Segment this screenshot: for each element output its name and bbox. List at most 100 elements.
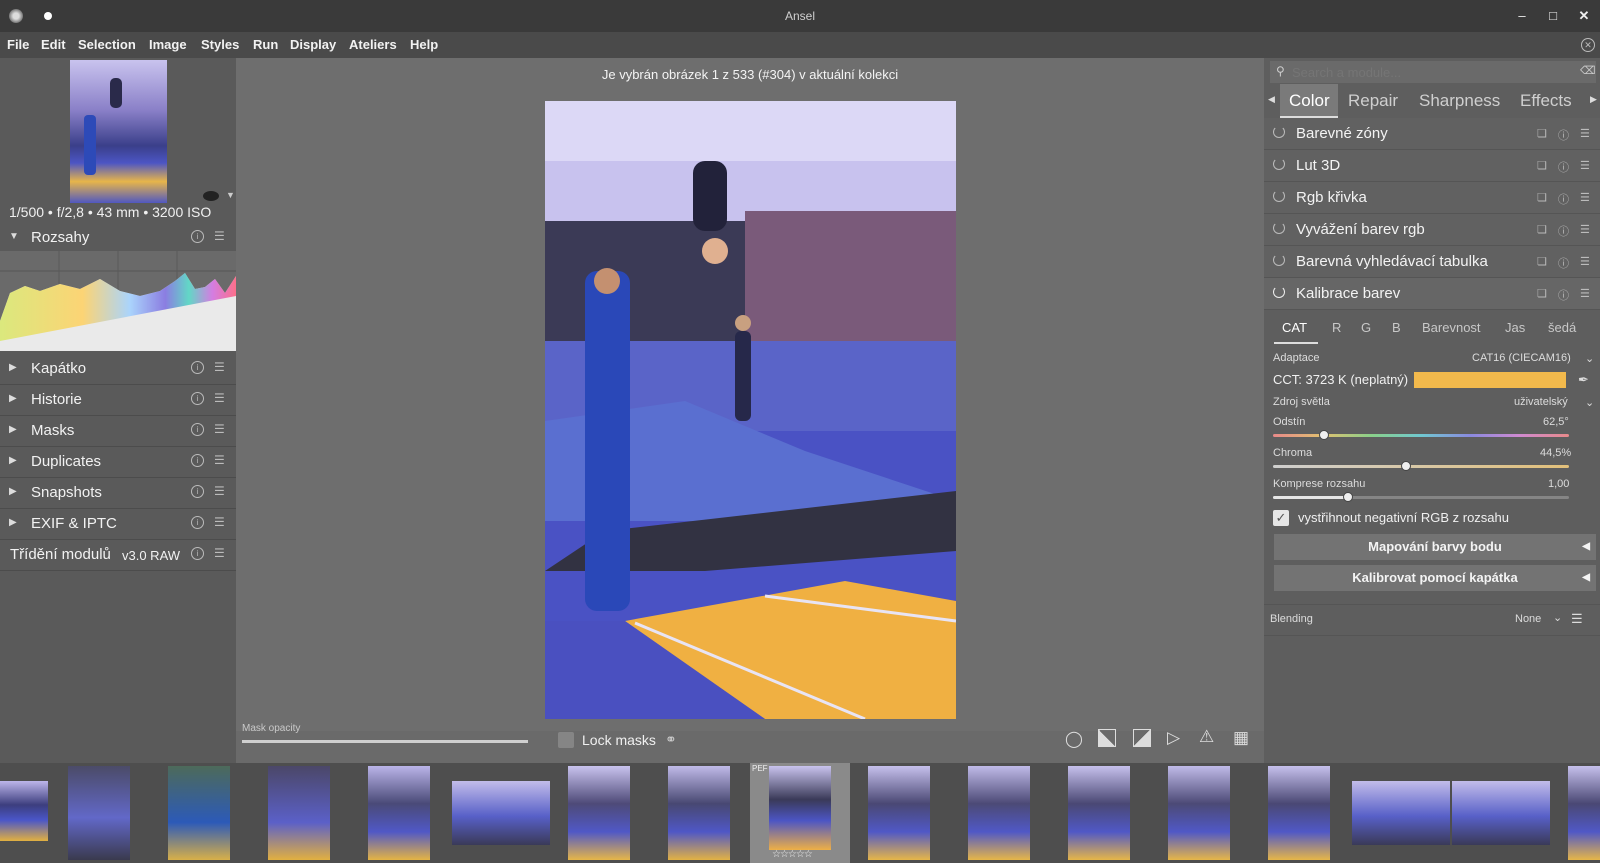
filmstrip-thumbnail[interactable]: [68, 766, 130, 860]
minimize-button[interactable]: –: [1511, 6, 1533, 26]
focus-peaking-icon[interactable]: ▷: [1167, 728, 1180, 748]
menu-file[interactable]: File: [7, 37, 29, 52]
module-search[interactable]: ⚲ ⌫: [1270, 61, 1596, 83]
hamburger-icon[interactable]: ☰: [214, 453, 225, 467]
odstin-slider[interactable]: [1273, 434, 1569, 437]
maximize-button[interactable]: □: [1542, 6, 1564, 26]
hamburger-icon[interactable]: ☰: [214, 360, 225, 374]
filmstrip-thumbnail[interactable]: [1168, 766, 1230, 860]
reset-icon[interactable]: ⓘ: [1558, 159, 1569, 175]
presets-icon[interactable]: ❏: [1537, 223, 1547, 236]
star-rating[interactable]: ☆☆☆☆☆: [772, 849, 813, 860]
filmstrip-thumbnail[interactable]: [268, 766, 330, 860]
module-vyvazeni-barev[interactable]: Vyvážení barev rgb ❏ ⓘ ☰: [1264, 214, 1600, 246]
zdroj-dropdown-icon[interactable]: ⌄: [1585, 396, 1594, 409]
odstin-handle[interactable]: [1319, 430, 1330, 440]
menu-selection[interactable]: Selection: [78, 37, 136, 52]
menu-image[interactable]: Image: [149, 37, 187, 52]
filmstrip-thumbnail[interactable]: [1268, 766, 1330, 860]
module-barevne-zony[interactable]: Barevné zóny ❏ ⓘ ☰: [1264, 118, 1600, 150]
info-icon[interactable]: i: [191, 361, 204, 374]
hamburger-icon[interactable]: ☰: [214, 484, 225, 498]
reset-icon[interactable]: ⓘ: [1558, 223, 1569, 239]
hamburger-icon[interactable]: ☰: [1571, 611, 1583, 627]
reset-icon[interactable]: ⓘ: [1558, 287, 1569, 303]
filmstrip-selected-cell[interactable]: PEF ☆☆☆☆☆: [750, 763, 850, 863]
presets-icon[interactable]: ❏: [1537, 127, 1547, 140]
info-icon[interactable]: i: [191, 392, 204, 405]
module-exif-iptc[interactable]: ▶ EXIF & IPTC i ☰: [0, 509, 236, 540]
blending-row[interactable]: Blending None ⌄ ☰: [1264, 604, 1600, 636]
histogram-header[interactable]: ▼ Rozsahy i ☰: [0, 223, 236, 253]
power-icon[interactable]: [1273, 158, 1285, 170]
tab-scroll-left-icon[interactable]: ◀: [1268, 94, 1275, 105]
presets-icon[interactable]: ❏: [1537, 191, 1547, 204]
info-icon[interactable]: i: [191, 516, 204, 529]
blending-dropdown-icon[interactable]: ⌄: [1553, 611, 1562, 624]
subtab-b[interactable]: B: [1392, 320, 1401, 335]
menu-help[interactable]: Help: [410, 37, 438, 52]
tab-sharpness[interactable]: Sharpness: [1419, 91, 1500, 111]
filmstrip-thumbnail[interactable]: [668, 766, 730, 860]
main-photo[interactable]: [545, 101, 956, 719]
subtab-seda[interactable]: šedá: [1548, 320, 1576, 335]
module-order[interactable]: Třídění modulů v3.0 RAW i ☰: [0, 540, 236, 571]
hamburger-icon[interactable]: ☰: [214, 229, 225, 243]
module-barevna-tabulka[interactable]: Barevná vyhledávací tabulka ❏ ⓘ ☰: [1264, 246, 1600, 278]
hamburger-icon[interactable]: ☰: [1580, 191, 1590, 204]
module-rgb-krivka[interactable]: Rgb křivka ❏ ⓘ ☰: [1264, 182, 1600, 214]
hamburger-icon[interactable]: ☰: [1580, 127, 1590, 140]
module-lut-3d[interactable]: Lut 3D ❏ ⓘ ☰: [1264, 150, 1600, 182]
filmstrip-thumbnail[interactable]: [452, 781, 550, 845]
hamburger-icon[interactable]: ☰: [214, 546, 225, 560]
module-masks[interactable]: ▶ Masks i ☰: [0, 416, 236, 447]
tab-effects[interactable]: Effects: [1520, 91, 1572, 111]
color-mapping-button[interactable]: Mapování barvy bodu ◀: [1274, 534, 1596, 560]
subtab-cat[interactable]: CAT: [1274, 316, 1318, 344]
power-icon[interactable]: [1273, 222, 1285, 234]
info-icon[interactable]: i: [191, 423, 204, 436]
presets-icon[interactable]: ❏: [1537, 255, 1547, 268]
hamburger-icon[interactable]: ☰: [1580, 255, 1590, 268]
filmstrip-thumbnail[interactable]: [368, 766, 430, 860]
adaptace-dropdown-icon[interactable]: ⌄: [1585, 352, 1594, 365]
info-icon[interactable]: i: [191, 547, 204, 560]
subtab-r[interactable]: R: [1332, 320, 1341, 335]
module-snapshots[interactable]: ▶ Snapshots i ☰: [0, 478, 236, 509]
shapes-icon[interactable]: ⚭: [665, 731, 681, 747]
module-duplicates[interactable]: ▶ Duplicates i ☰: [0, 447, 236, 478]
calibrate-button[interactable]: Kalibrovat pomocí kapátka ◀: [1274, 565, 1596, 591]
clear-search-icon[interactable]: ⌫: [1580, 64, 1596, 77]
tab-color[interactable]: Color: [1280, 84, 1338, 119]
bulb-icon[interactable]: ◯: [1065, 729, 1083, 749]
reset-icon[interactable]: ⓘ: [1558, 127, 1569, 143]
subtab-g[interactable]: G: [1361, 320, 1371, 335]
zdroj-value[interactable]: uživatelský: [1514, 396, 1568, 408]
gamut-icon[interactable]: [1133, 729, 1151, 747]
filmstrip-thumbnail[interactable]: [0, 781, 48, 841]
hamburger-icon[interactable]: ☰: [214, 391, 225, 405]
adaptace-value[interactable]: CAT16 (CIECAM16): [1472, 352, 1571, 364]
blending-value[interactable]: None: [1515, 613, 1541, 625]
close-panel-icon[interactable]: ✕: [1581, 38, 1595, 52]
power-icon[interactable]: [1273, 126, 1285, 138]
dropdown-icon[interactable]: ▼: [226, 190, 235, 200]
filmstrip-thumbnail[interactable]: [1352, 781, 1450, 845]
grid-icon[interactable]: ▦: [1233, 728, 1249, 748]
hamburger-icon[interactable]: ☰: [214, 515, 225, 529]
info-icon[interactable]: i: [191, 485, 204, 498]
close-button[interactable]: ✕: [1573, 6, 1595, 26]
menu-ateliers[interactable]: Ateliers: [349, 37, 397, 52]
filmstrip-thumbnail[interactable]: [968, 766, 1030, 860]
tab-repair[interactable]: Repair: [1348, 91, 1398, 111]
mask-opacity-slider[interactable]: [242, 740, 528, 743]
hamburger-icon[interactable]: ☰: [1580, 287, 1590, 300]
softproof-icon[interactable]: [1098, 729, 1116, 747]
hamburger-icon[interactable]: ☰: [214, 422, 225, 436]
menu-display[interactable]: Display: [290, 37, 336, 52]
komprese-handle[interactable]: [1343, 492, 1353, 502]
power-icon[interactable]: [1273, 286, 1285, 298]
eye-icon[interactable]: [203, 191, 219, 201]
menu-run[interactable]: Run: [253, 37, 278, 52]
subtab-barevnost[interactable]: Barevnost: [1422, 320, 1481, 335]
